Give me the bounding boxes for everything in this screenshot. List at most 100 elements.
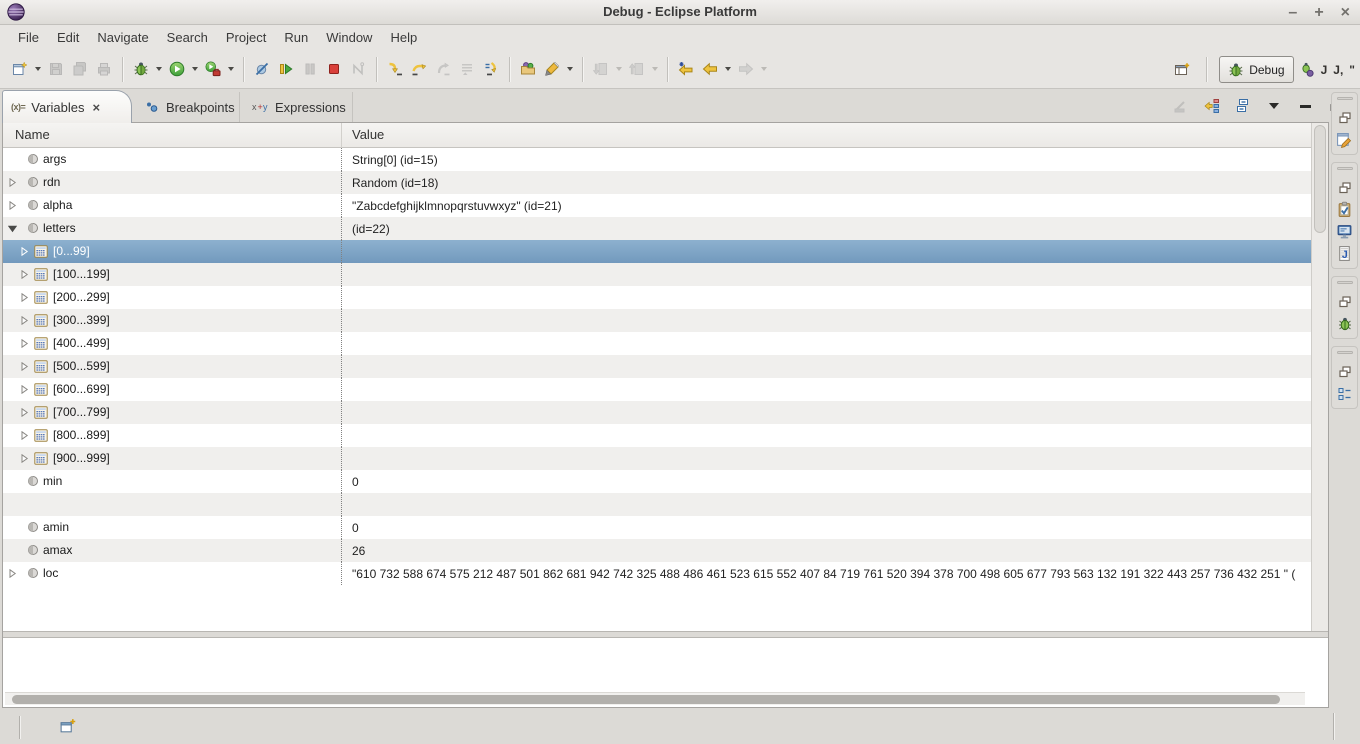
column-header-value[interactable]: Value (352, 127, 384, 142)
terminate-button[interactable] (322, 55, 346, 83)
trim-drag-handle[interactable] (1337, 167, 1353, 170)
vertical-scrollbar-thumb[interactable] (1314, 125, 1326, 233)
table-row[interactable]: loc"610 732 588 674 575 212 487 501 862 … (3, 562, 1311, 585)
view-menu-button[interactable] (1263, 95, 1285, 117)
maximize-window-button[interactable]: + (1314, 5, 1323, 21)
open-perspective-button[interactable] (1170, 56, 1194, 84)
menu-run[interactable]: Run (275, 27, 317, 48)
minimize-window-button[interactable]: – (1288, 5, 1297, 21)
table-row[interactable]: argsString[0] (id=15) (3, 148, 1311, 171)
restore-view-button[interactable] (1334, 177, 1356, 198)
perspective-other-0[interactable] (1300, 62, 1315, 78)
resume-button[interactable] (274, 55, 298, 83)
table-row[interactable]: [600...699] (3, 378, 1311, 401)
restore-view-button[interactable] (1334, 291, 1356, 312)
table-row[interactable]: letters(id=22) (3, 217, 1311, 240)
restore-view-button[interactable] (1334, 107, 1356, 128)
column-divider[interactable] (341, 123, 342, 148)
perspective-debug-button[interactable]: Debug (1219, 56, 1293, 83)
console-view-button[interactable] (1334, 221, 1356, 242)
sash-divider[interactable] (3, 631, 1328, 638)
back-button[interactable] (698, 55, 722, 83)
tab-expressions[interactable]: x+yExpressions (241, 92, 353, 122)
debug-dropdown-arrow[interactable] (153, 55, 165, 83)
table-row[interactable]: [500...599] (3, 355, 1311, 378)
expander-icon[interactable] (20, 431, 29, 440)
table-row[interactable]: alpha"Zabcdefghijklmnopqrstuvwxyz" (id=2… (3, 194, 1311, 217)
table-row[interactable]: [300...399] (3, 309, 1311, 332)
table-row[interactable]: amax26 (3, 539, 1311, 562)
table-row[interactable]: min0 (3, 470, 1311, 493)
fast-view-button[interactable] (56, 716, 78, 737)
table-row[interactable]: [700...799] (3, 401, 1311, 424)
trim-drag-handle[interactable] (1337, 351, 1353, 354)
menu-navigate[interactable]: Navigate (88, 27, 157, 48)
table-row[interactable]: [900...999] (3, 447, 1311, 470)
perspective-other-2[interactable]: J, (1333, 63, 1343, 77)
trim-drag-handle[interactable] (1337, 281, 1353, 284)
search-dropdown-arrow[interactable] (564, 55, 576, 83)
junit-view-button[interactable]: J (1334, 243, 1356, 264)
table-row[interactable]: rdnRandom (id=18) (3, 171, 1311, 194)
expander-icon[interactable] (20, 408, 29, 417)
run-external-tools-button[interactable] (201, 55, 225, 83)
outline-view-button[interactable] (1334, 383, 1356, 404)
table-row[interactable]: [200...299] (3, 286, 1311, 309)
expander-icon[interactable] (20, 316, 29, 325)
expander-icon[interactable] (20, 339, 29, 348)
expander-icon[interactable] (20, 362, 29, 371)
column-header-name[interactable]: Name (15, 127, 50, 142)
use-step-filters-button[interactable] (479, 55, 503, 83)
expander-icon[interactable] (20, 454, 29, 463)
collapse-all-button[interactable] (1232, 95, 1254, 117)
debug-view-button[interactable] (1334, 313, 1356, 334)
expander-icon[interactable] (20, 385, 29, 394)
table-row[interactable]: amin0 (3, 516, 1311, 539)
expander-icon[interactable] (8, 569, 17, 578)
close-tab-icon[interactable]: × (93, 100, 101, 115)
minimize-view-button[interactable] (1294, 95, 1316, 117)
run-button[interactable] (165, 55, 189, 83)
last-edit-location-button[interactable] (674, 55, 698, 83)
expander-icon[interactable] (20, 247, 29, 256)
expander-icon[interactable] (8, 201, 17, 210)
table-row[interactable]: [100...199] (3, 263, 1311, 286)
search-button[interactable] (540, 55, 564, 83)
run-external-tools-dropdown-arrow[interactable] (225, 55, 237, 83)
table-row[interactable]: [400...499] (3, 332, 1311, 355)
run-dropdown-arrow[interactable] (189, 55, 201, 83)
show-logical-structures-button[interactable] (1201, 95, 1223, 117)
expander-icon[interactable] (8, 224, 17, 233)
perspective-other-3[interactable]: " (1349, 63, 1355, 77)
menu-edit[interactable]: Edit (48, 27, 88, 48)
horizontal-scrollbar-thumb[interactable] (12, 695, 1280, 704)
menu-file[interactable]: File (9, 27, 48, 48)
skip-all-breakpoints-button[interactable] (250, 55, 274, 83)
tab-breakpoints[interactable]: Breakpoints (133, 92, 240, 122)
new-dropdown-arrow[interactable] (32, 55, 44, 83)
close-window-button[interactable]: × (1341, 5, 1350, 21)
expander-icon[interactable] (8, 178, 17, 187)
tab-variables[interactable]: (x)=Variables× (2, 90, 132, 123)
step-over-button[interactable] (407, 55, 431, 83)
expander-icon[interactable] (20, 270, 29, 279)
menu-help[interactable]: Help (381, 27, 426, 48)
open-task-button[interactable] (516, 55, 540, 83)
expander-icon[interactable] (20, 293, 29, 302)
table-row[interactable] (3, 493, 1311, 516)
trim-drag-handle[interactable] (1337, 97, 1353, 100)
new-button[interactable] (8, 55, 32, 83)
table-row[interactable]: [0...99] (3, 240, 1311, 263)
restore-view-button[interactable] (1334, 361, 1356, 382)
back-dropdown-arrow[interactable] (722, 55, 734, 83)
editor-view-button[interactable] (1334, 129, 1356, 150)
perspective-other-1[interactable]: J (1321, 63, 1328, 77)
menu-window[interactable]: Window (317, 27, 381, 48)
menu-search[interactable]: Search (158, 27, 217, 48)
menu-project[interactable]: Project (217, 27, 275, 48)
tasks-view-button[interactable] (1334, 199, 1356, 220)
step-into-button[interactable] (383, 55, 407, 83)
detail-pane[interactable] (3, 638, 1328, 707)
debug-button[interactable] (129, 55, 153, 83)
table-row[interactable]: [800...899] (3, 424, 1311, 447)
